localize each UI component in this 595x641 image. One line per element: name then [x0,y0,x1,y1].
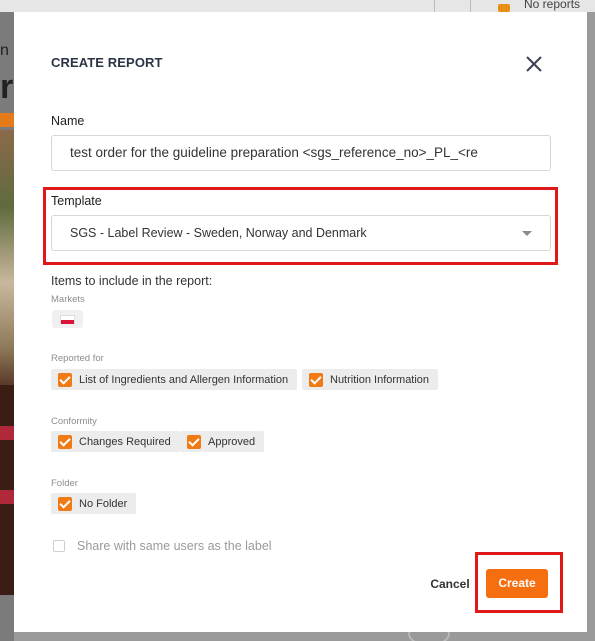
background-text-fragment: r [0,68,14,106]
option-label: Nutrition Information [330,373,430,386]
checkbox-checked-icon [58,496,72,511]
template-selected-value: SGS - Label Review - Sweden, Norway and … [70,226,367,240]
background-food-photo [0,130,14,385]
background-red-block [0,426,14,440]
caret-down-icon [522,231,532,236]
header-divider [434,0,435,12]
checkbox-checked-icon [187,434,201,449]
market-chip[interactable] [52,310,83,328]
name-label: Name [51,114,85,128]
conformity-option[interactable]: Approved [180,431,265,452]
header-status: No reports [524,0,581,11]
reported-for-option[interactable]: List of Ingredients and Allergen Informa… [51,369,298,390]
folder-option[interactable]: No Folder [51,493,137,514]
option-label: Changes Required [79,435,171,448]
close-icon[interactable] [522,52,546,76]
folder-label: Folder [51,478,78,489]
template-label: Template [51,194,102,208]
checkbox-checked-icon [58,372,72,387]
share-label: Share with same users as the label [77,539,272,553]
header-divider [470,0,471,12]
checkbox-checked-icon [309,372,323,387]
conformity-option[interactable]: Changes Required [51,431,180,452]
option-label: No Folder [79,497,128,510]
template-select[interactable]: SGS - Label Review - Sweden, Norway and … [51,215,551,251]
share-checkbox[interactable] [53,540,65,552]
checkbox-checked-icon [58,434,72,449]
items-label: Items to include in the report: [51,274,213,288]
markets-label: Markets [51,294,85,305]
create-button[interactable]: Create [486,569,548,598]
reported-for-label: Reported for [51,353,104,364]
conformity-label: Conformity [51,416,97,427]
option-label: Approved [208,435,256,448]
poland-flag-icon [60,315,75,324]
dialog-title: CREATE REPORT [51,55,163,70]
background-red-block [0,490,14,504]
name-input[interactable]: test order for the guideline preparation… [51,135,551,171]
create-report-dialog: CREATE REPORT Name test order for the gu… [14,12,587,632]
background-orange-bar [0,113,14,127]
report-icon [498,4,510,12]
cancel-button[interactable]: Cancel [426,571,474,597]
option-label: List of Ingredients and Allergen Informa… [79,373,289,386]
background-text-fragment: n [0,42,9,59]
reported-for-option[interactable]: Nutrition Information [302,369,439,390]
